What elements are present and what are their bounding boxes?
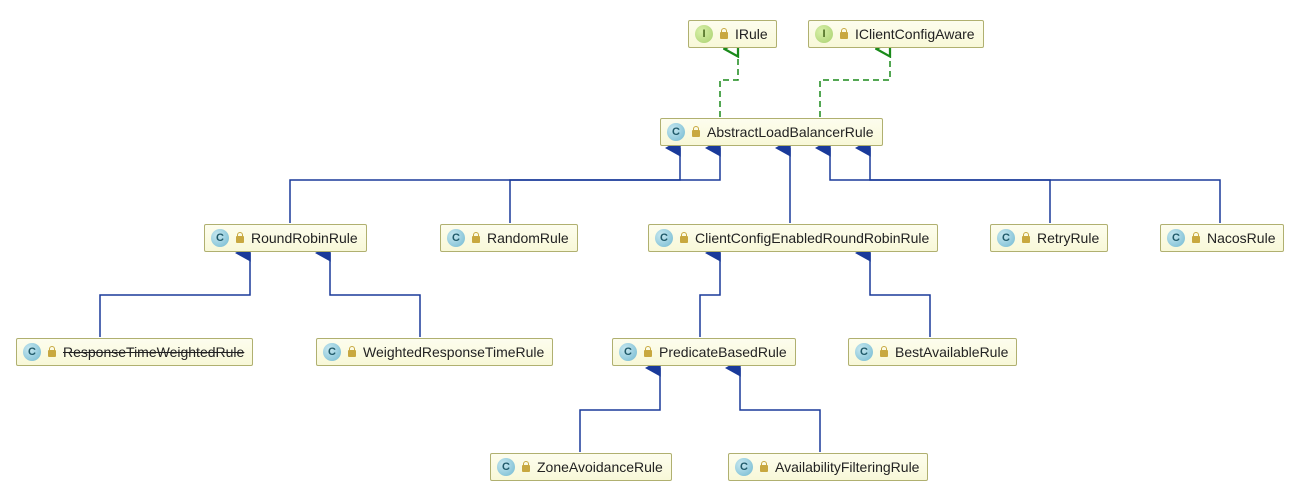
class-icon: C	[1167, 229, 1185, 247]
lock-icon	[521, 461, 531, 473]
node-nacosrule[interactable]: C NacosRule	[1160, 224, 1284, 252]
class-icon: C	[655, 229, 673, 247]
lock-icon	[643, 346, 653, 358]
node-label: IClientConfigAware	[855, 26, 975, 42]
node-label: ResponseTimeWeightedRule	[63, 344, 244, 360]
class-icon: C	[855, 343, 873, 361]
node-label: RandomRule	[487, 230, 569, 246]
node-responsetimeweightedrule[interactable]: C ResponseTimeWeightedRule	[16, 338, 253, 366]
class-icon: C	[497, 458, 515, 476]
lock-icon	[235, 232, 245, 244]
node-weightedresponsetimerule[interactable]: C WeightedResponseTimeRule	[316, 338, 553, 366]
node-label: IRule	[735, 26, 768, 42]
node-zoneavoidancerule[interactable]: C ZoneAvoidanceRule	[490, 453, 672, 481]
node-label: AbstractLoadBalancerRule	[707, 124, 874, 140]
class-icon: C	[447, 229, 465, 247]
node-label: PredicateBasedRule	[659, 344, 787, 360]
class-icon: C	[211, 229, 229, 247]
lock-icon	[679, 232, 689, 244]
node-bestavailablerule[interactable]: C BestAvailableRule	[848, 338, 1017, 366]
interface-icon: I	[695, 25, 713, 43]
node-retryrule[interactable]: C RetryRule	[990, 224, 1108, 252]
node-clientconfigenabledroundrobinrule[interactable]: C ClientConfigEnabledRoundRobinRule	[648, 224, 938, 252]
lock-icon	[839, 28, 849, 40]
node-label: BestAvailableRule	[895, 344, 1008, 360]
lock-icon	[347, 346, 357, 358]
node-predicatebasedrule[interactable]: C PredicateBasedRule	[612, 338, 796, 366]
lock-icon	[47, 346, 57, 358]
class-icon: C	[997, 229, 1015, 247]
node-abstractloadbalancerrule[interactable]: C AbstractLoadBalancerRule	[660, 118, 883, 146]
node-randomrule[interactable]: C RandomRule	[440, 224, 578, 252]
lock-icon	[759, 461, 769, 473]
lock-icon	[1021, 232, 1031, 244]
node-roundrobinrule[interactable]: C RoundRobinRule	[204, 224, 367, 252]
node-label: ClientConfigEnabledRoundRobinRule	[695, 230, 929, 246]
lock-icon	[691, 126, 701, 138]
class-icon: C	[619, 343, 637, 361]
node-label: WeightedResponseTimeRule	[363, 344, 544, 360]
class-icon: C	[735, 458, 753, 476]
lock-icon	[719, 28, 729, 40]
class-icon: C	[23, 343, 41, 361]
lock-icon	[879, 346, 889, 358]
class-icon: C	[323, 343, 341, 361]
node-label: AvailabilityFilteringRule	[775, 459, 919, 475]
lock-icon	[1191, 232, 1201, 244]
class-icon: C	[667, 123, 685, 141]
node-label: ZoneAvoidanceRule	[537, 459, 663, 475]
node-label: NacosRule	[1207, 230, 1275, 246]
node-irule[interactable]: I IRule	[688, 20, 777, 48]
node-label: RoundRobinRule	[251, 230, 358, 246]
node-availabilityfilteringrule[interactable]: C AvailabilityFilteringRule	[728, 453, 928, 481]
node-iclientconfigaware[interactable]: I IClientConfigAware	[808, 20, 984, 48]
interface-icon: I	[815, 25, 833, 43]
node-label: RetryRule	[1037, 230, 1099, 246]
lock-icon	[471, 232, 481, 244]
